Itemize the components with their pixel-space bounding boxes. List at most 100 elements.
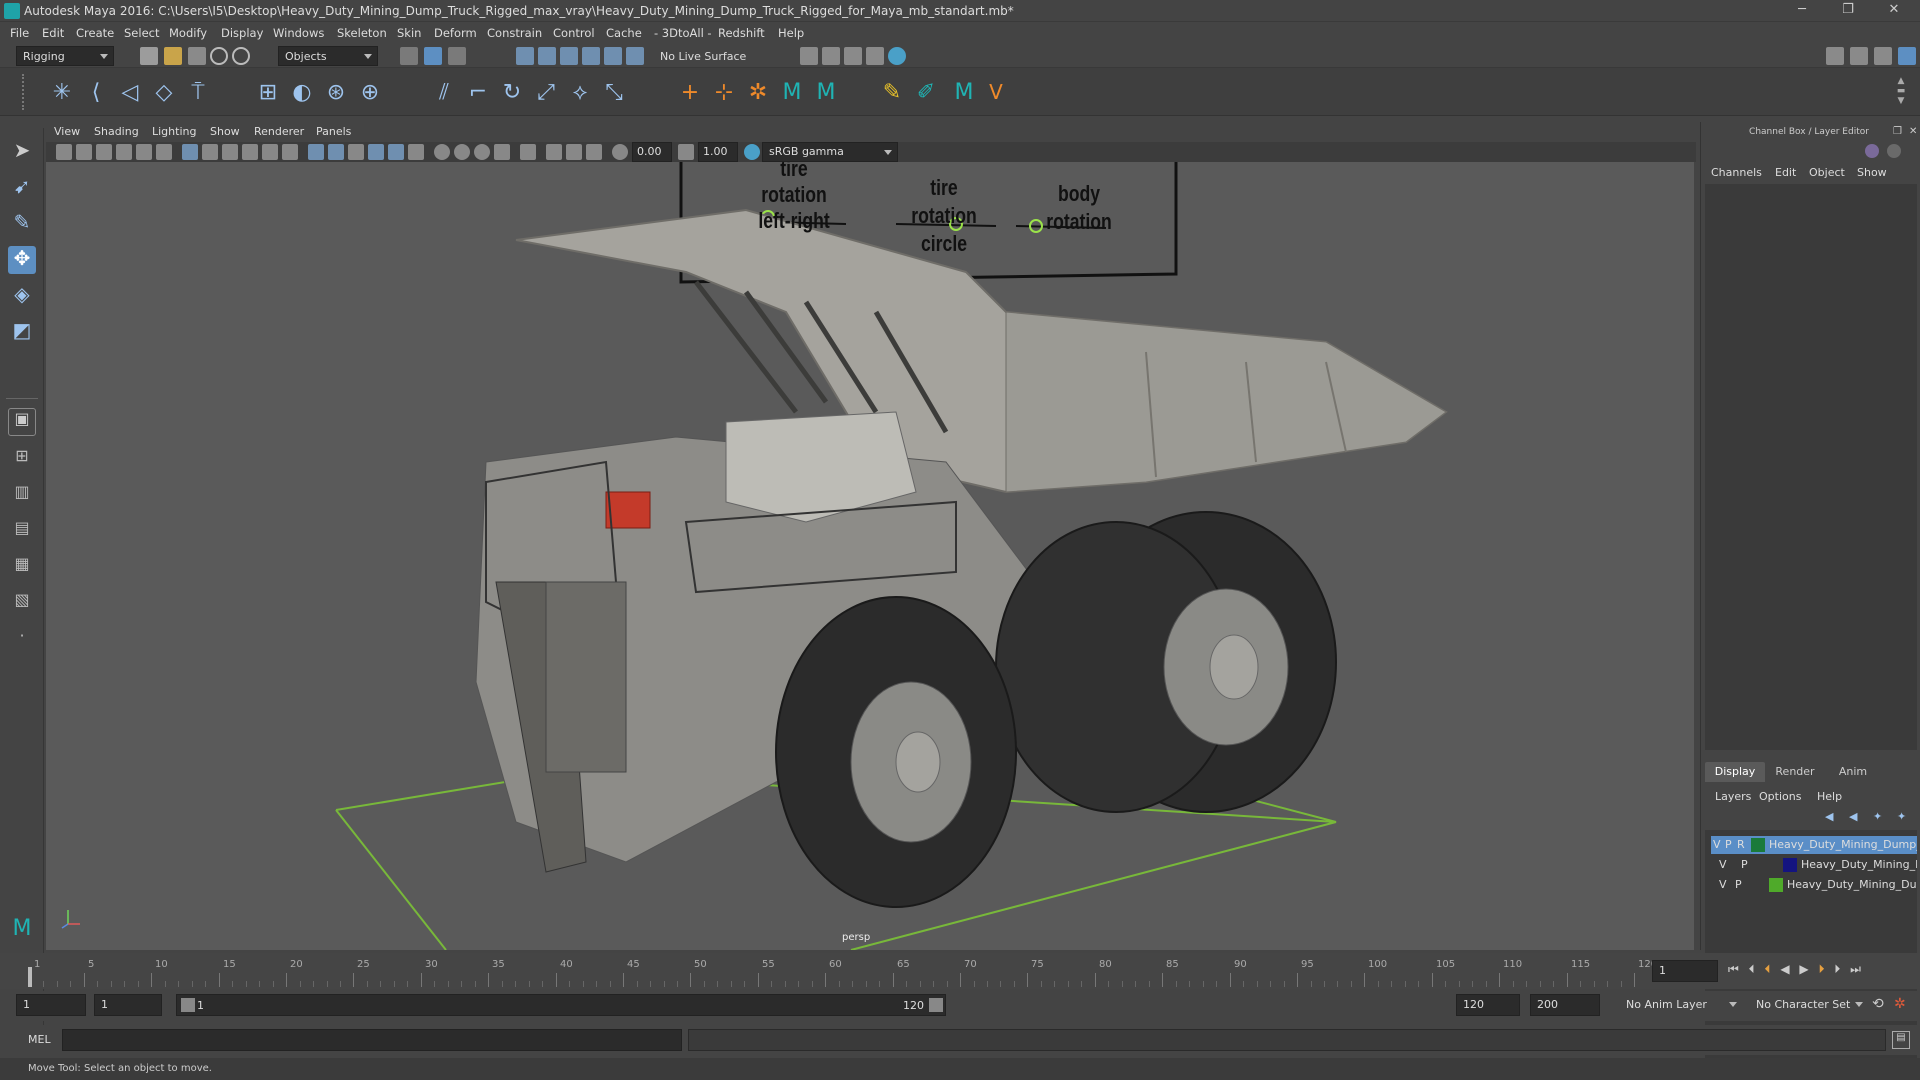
current-time-indicator[interactable]	[28, 967, 32, 987]
range-bar[interactable]: 1 120	[176, 994, 946, 1016]
menu-windows[interactable]: Windows	[273, 26, 324, 40]
snap-view-icon[interactable]	[582, 47, 600, 65]
scale-constraint-icon[interactable]: ⟡	[568, 80, 592, 105]
ik-spline-icon[interactable]: ◁	[118, 80, 142, 105]
playback-end-field[interactable]: 120	[1456, 994, 1520, 1016]
image-plane-icon[interactable]	[116, 144, 132, 160]
gamma-icon[interactable]	[678, 144, 694, 160]
resolution-gate-icon[interactable]	[222, 144, 238, 160]
select-component-icon[interactable]	[448, 47, 466, 65]
maximize-button[interactable]: ❐	[1830, 2, 1866, 20]
mel-label[interactable]: MEL	[28, 1033, 51, 1046]
step-back-key-icon[interactable]: ⏴	[1764, 962, 1770, 976]
exposure-field[interactable]: 0.00	[632, 142, 672, 162]
layer-playback-toggle[interactable]: P	[1741, 858, 1748, 871]
render-settings-icon[interactable]	[866, 47, 884, 65]
move-tool-icon[interactable]: ✥	[8, 246, 36, 274]
viewport-menu-renderer[interactable]: Renderer	[254, 125, 304, 138]
channels-menu[interactable]: Channels	[1711, 166, 1762, 179]
layers-menu[interactable]: Layers	[1715, 790, 1751, 803]
open-scene-icon[interactable]	[164, 47, 182, 65]
layer-name[interactable]: Heavy_Duty_Mining_Dump_T	[1769, 838, 1917, 851]
exposure-icon[interactable]	[612, 144, 628, 160]
live-surface-label[interactable]: No Live Surface	[660, 50, 746, 63]
select-object-icon[interactable]	[424, 47, 442, 65]
v-tool-icon[interactable]: V	[984, 80, 1008, 104]
lattice-icon[interactable]: ⊛	[324, 80, 348, 105]
toolbox-more-icon[interactable]: ·	[8, 626, 36, 654]
orient-constraint-icon[interactable]: ⤢	[534, 80, 558, 105]
film-gate-icon[interactable]	[202, 144, 218, 160]
hypershade-icon[interactable]	[888, 47, 906, 65]
layer-editor-icon[interactable]	[1887, 144, 1901, 158]
textured-icon[interactable]	[368, 144, 384, 160]
joint-tool-icon[interactable]: ✳	[50, 80, 74, 105]
insert-joint-icon[interactable]: ◇	[152, 80, 176, 105]
undo-icon[interactable]	[210, 47, 228, 65]
float-panel-icon[interactable]: ❐	[1893, 126, 1902, 137]
tab-display[interactable]: Display	[1705, 762, 1765, 782]
time-ruler[interactable]: 1 5 10 15 20 25 30 35 40 45 50 55 60 65 70 75 80 85 90 95 10…	[28, 955, 1657, 987]
grease-pencil-icon[interactable]	[156, 144, 172, 160]
menu-modify[interactable]: Modify	[169, 26, 207, 40]
3dtoall-icon[interactable]: M	[780, 80, 804, 105]
new-layer-selected-icon[interactable]: ✦	[1897, 810, 1911, 824]
select-tool-icon[interactable]: ➤	[8, 138, 36, 166]
current-frame-field[interactable]: 1	[1652, 960, 1718, 982]
layer-name[interactable]: Heavy_Duty_Mining_D	[1801, 858, 1917, 871]
gamma-field[interactable]: 1.00	[698, 142, 738, 162]
range-end-handle[interactable]	[929, 998, 943, 1012]
layer-visibility-toggle[interactable]: V	[1719, 858, 1727, 871]
layer-name[interactable]: Heavy_Duty_Mining_Dum	[1787, 878, 1917, 891]
isolate-select-icon[interactable]	[520, 144, 536, 160]
time-slider[interactable]: 1 5 10 15 20 25 30 35 40 45 50 55 60 65 70 75 80 85 90 95 10…	[0, 953, 1920, 989]
paint-tool-icon[interactable]: ✐	[914, 80, 938, 105]
3dtoall-m-icon[interactable]: M	[952, 80, 976, 105]
bookmark-icon[interactable]	[96, 144, 112, 160]
xray-icon[interactable]	[546, 144, 562, 160]
move-layer-up-icon[interactable]: ◀	[1825, 810, 1839, 824]
ipr-render-icon[interactable]	[844, 47, 862, 65]
shelf-scroll-arrows[interactable]: ▲ ▬ ▼	[1896, 76, 1906, 108]
menu-edit[interactable]: Edit	[42, 26, 64, 40]
step-back-icon[interactable]: ⏴	[1749, 962, 1755, 976]
layer-help-menu[interactable]: Help	[1817, 790, 1842, 803]
start-time-field[interactable]: 1	[16, 994, 86, 1016]
close-button[interactable]: ✕	[1876, 2, 1912, 20]
mirror-joint-icon[interactable]: ⍑	[186, 80, 210, 105]
playback-start-field[interactable]: 1	[94, 994, 162, 1016]
snap-magnet-icon[interactable]	[626, 47, 644, 65]
locator-icon[interactable]: +	[678, 80, 702, 105]
gate-mask-icon[interactable]	[242, 144, 258, 160]
scale-tool-icon[interactable]: ◩	[8, 318, 36, 346]
layer-row[interactable]: V P Heavy_Duty_Mining_Dum	[1711, 876, 1917, 894]
hik-icon[interactable]: ✲	[746, 80, 770, 105]
persp-graph-layout-icon[interactable]: ▤	[8, 518, 36, 546]
cluster-icon[interactable]: ⊕	[358, 80, 382, 105]
cb-object-menu[interactable]: Object	[1809, 166, 1845, 179]
menu-deform[interactable]: Deform	[434, 26, 477, 40]
camera-select-icon[interactable]	[56, 144, 72, 160]
single-perspective-layout-icon[interactable]: ▣	[8, 408, 36, 436]
layer-playback-toggle[interactable]: P	[1725, 838, 1732, 851]
step-forward-key-icon[interactable]: ⏵	[1818, 962, 1824, 976]
play-backward-icon[interactable]: ◀	[1780, 962, 1789, 976]
layer-row[interactable]: V P R Heavy_Duty_Mining_Dump_T	[1711, 836, 1917, 854]
point-constraint-icon[interactable]: ↻	[500, 80, 524, 105]
layer-row[interactable]: V P Heavy_Duty_Mining_D	[1711, 856, 1917, 874]
tab-anim[interactable]: Anim	[1825, 762, 1881, 782]
new-scene-icon[interactable]	[140, 47, 158, 65]
pole-vector-icon[interactable]: ⊹	[712, 80, 736, 105]
safe-action-icon[interactable]	[282, 144, 298, 160]
motion-blur-icon[interactable]	[454, 144, 470, 160]
move-layer-down-icon[interactable]: ◀	[1849, 810, 1863, 824]
close-panel-icon[interactable]: ✕	[1909, 126, 1917, 137]
menu-skin[interactable]: Skin	[397, 26, 421, 40]
orient-joint-icon[interactable]: ⫽	[432, 80, 456, 105]
maya-shortcut-icon[interactable]: M	[8, 916, 36, 944]
tool-settings-icon[interactable]	[1874, 47, 1892, 65]
camera-lock-icon[interactable]	[76, 144, 92, 160]
smooth-shade-icon[interactable]	[328, 144, 344, 160]
3dtoall-export-icon[interactable]: M	[814, 80, 838, 105]
tab-render[interactable]: Render	[1767, 762, 1823, 782]
